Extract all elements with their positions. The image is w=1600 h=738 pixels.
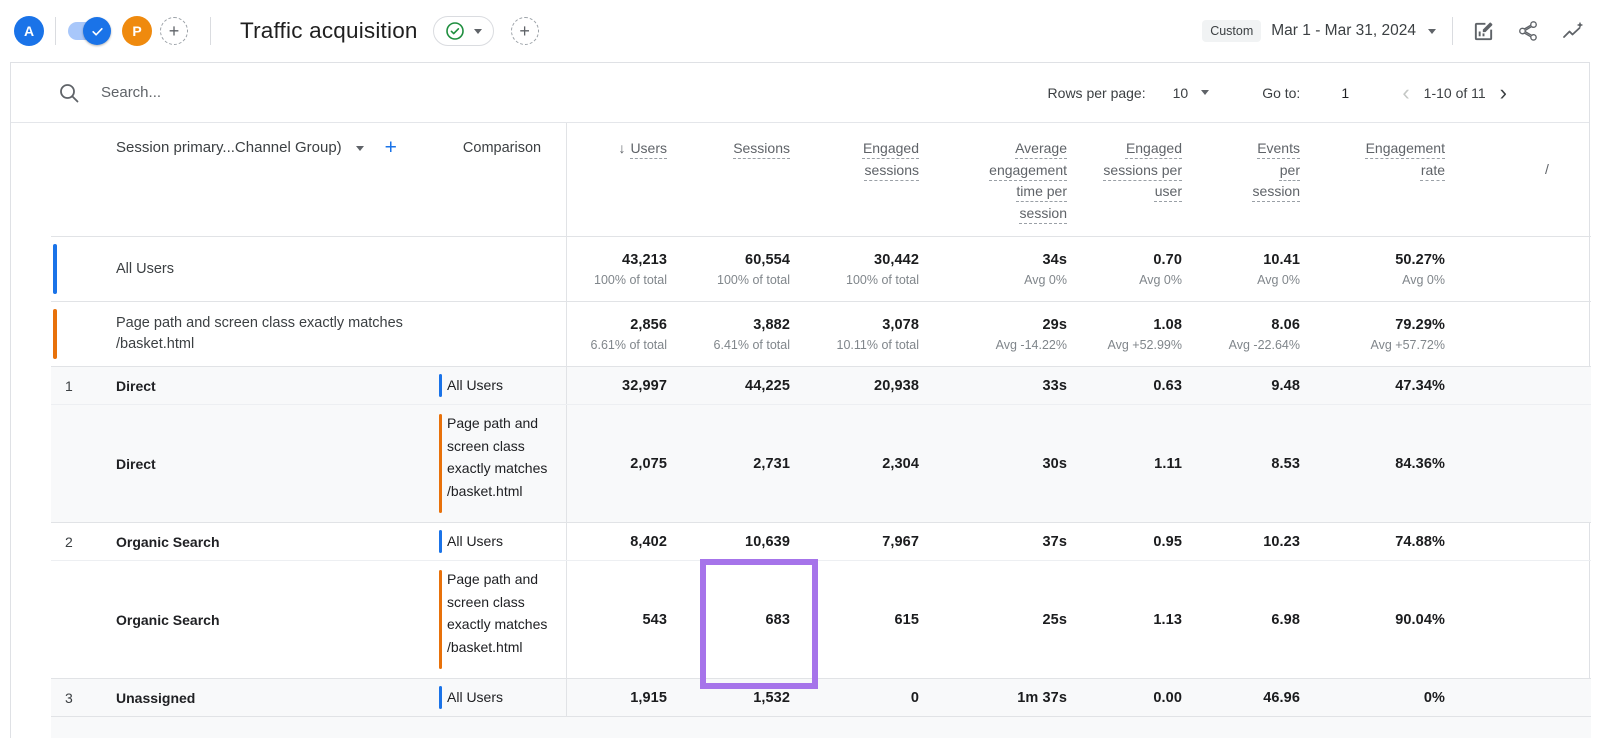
comparison-column-header: Comparison — [438, 123, 566, 236]
add-report-button[interactable]: + — [511, 17, 539, 45]
table-controls-row: Rows per page: 10 Go to: ‹ 1-10 of 11 › — [11, 63, 1589, 123]
add-dimension-button[interactable]: + — [385, 139, 397, 157]
summary-row-basket-comparison: Page path and screen class exactly match… — [51, 301, 1591, 366]
rows-per-page-label: Rows per page: — [1048, 85, 1146, 101]
divider — [55, 17, 56, 45]
row-number — [51, 405, 81, 522]
share-button[interactable] — [1515, 18, 1541, 44]
segment-label: All Users — [438, 523, 566, 560]
topbar-actions — [1470, 18, 1586, 44]
date-range-text: Mar 1 - Mar 31, 2024 — [1271, 22, 1416, 40]
search-box — [57, 81, 1048, 105]
pagination: Rows per page: 10 Go to: ‹ 1-10 of 11 › — [1048, 82, 1509, 104]
table-row: Organic Search Page path and screen clas… — [51, 560, 1591, 678]
page-title: Traffic acquisition — [240, 18, 418, 44]
table-row: 2 Organic Search All Users 8,402 10,639 … — [51, 522, 1591, 560]
segment-label: All Users — [438, 367, 566, 404]
row-number: 3 — [51, 679, 81, 716]
table-header-row: Session primary...Channel Group) + Compa… — [51, 123, 1591, 236]
top-bar: A P + Traffic acquisition + Custom Mar 1… — [0, 0, 1600, 62]
segment-label: Page path and screen class exactly match… — [438, 405, 566, 522]
divider — [210, 17, 211, 45]
topbar-right: Custom Mar 1 - Mar 31, 2024 — [1202, 17, 1586, 45]
segment-label: All Users — [438, 679, 566, 716]
property-avatar[interactable]: P — [122, 16, 152, 46]
search-icon[interactable] — [57, 81, 81, 105]
table-row: 1 Direct All Users 32,997 44,225 20,938 … — [51, 366, 1591, 404]
customize-report-button[interactable] — [1470, 18, 1496, 44]
report-table: Session primary...Channel Group) + Compa… — [51, 123, 1591, 738]
rows-per-page-select[interactable]: 10 — [1173, 85, 1210, 101]
date-range-picker[interactable]: Mar 1 - Mar 31, 2024 — [1271, 22, 1436, 40]
column-header-events-per-session[interactable]: Events per session — [1196, 123, 1314, 236]
column-header-sessions[interactable]: Sessions — [681, 123, 804, 236]
edit-chart-icon — [1472, 20, 1495, 43]
divider — [1452, 17, 1453, 45]
channel-name: Direct — [81, 405, 438, 522]
channel-name: Direct — [81, 367, 438, 404]
table-row: Direct Page path and screen class exactl… — [51, 404, 1591, 522]
add-comparison-button[interactable]: + — [160, 17, 188, 45]
table-row: 3 Unassigned All Users 1,915 1,532 0 1m … — [51, 678, 1591, 716]
summary-row-all-users: All Users 43,213100% of total 60,554100%… — [51, 236, 1591, 301]
plus-icon: + — [519, 22, 530, 40]
account-avatar[interactable]: A — [14, 16, 44, 46]
toggle-thumb — [83, 17, 111, 45]
plus-icon: + — [169, 22, 180, 40]
column-header-avg-engagement-time[interactable]: Average engagement time per session — [933, 123, 1081, 236]
check-circle-icon — [445, 21, 465, 41]
dimension-dropdown[interactable]: Session primary...Channel Group) — [116, 139, 342, 156]
go-to-label: Go to: — [1262, 85, 1300, 101]
row-number — [51, 561, 81, 678]
comparison-toggle[interactable] — [68, 22, 108, 40]
highlighted-value: 683 — [766, 612, 791, 628]
sort-descending-icon: ↓ — [618, 140, 625, 156]
check-icon — [91, 25, 104, 38]
pagination-range: 1-10 of 11 — [1424, 85, 1486, 101]
dimension-header-cell: Session primary...Channel Group) + — [51, 123, 438, 236]
chevron-down-icon — [474, 29, 482, 34]
row-number: 2 — [51, 523, 81, 560]
rows-per-page-value: 10 — [1173, 85, 1189, 101]
channel-name: Organic Search — [81, 561, 438, 678]
row-number: 1 — [51, 367, 81, 404]
chevron-down-icon — [1428, 29, 1436, 34]
chevron-down-icon[interactable] — [356, 146, 364, 151]
summary-label: All Users — [51, 237, 438, 301]
next-page-button[interactable]: › — [1498, 82, 1509, 104]
share-icon — [1517, 20, 1539, 42]
insights-icon — [1561, 19, 1585, 43]
report-card: Rows per page: 10 Go to: ‹ 1-10 of 11 › … — [10, 62, 1590, 738]
chevron-down-icon — [1201, 90, 1209, 95]
channel-name: Unassigned — [81, 679, 438, 716]
previous-page-button[interactable]: ‹ — [1400, 82, 1411, 104]
column-header-engagement-rate[interactable]: Engagement rate — [1314, 123, 1459, 236]
insights-button[interactable] — [1560, 18, 1586, 44]
segment-label: Page path and screen class exactly match… — [438, 561, 566, 678]
next-row-peek — [51, 716, 1591, 738]
column-header-engaged-sessions[interactable]: Engaged sessions — [804, 123, 933, 236]
date-range-type-badge: Custom — [1202, 20, 1261, 42]
search-input[interactable] — [101, 84, 721, 101]
report-status-dropdown[interactable] — [433, 16, 494, 46]
channel-name: Organic Search — [81, 523, 438, 560]
column-header-engaged-sessions-per-user[interactable]: Engaged sessions per user — [1081, 123, 1196, 236]
go-to-page-input[interactable] — [1332, 85, 1358, 101]
summary-label: Page path and screen class exactly match… — [51, 302, 438, 366]
column-header-users[interactable]: ↓Users — [566, 123, 681, 236]
overflow-column-hint: / — [1459, 123, 1591, 236]
